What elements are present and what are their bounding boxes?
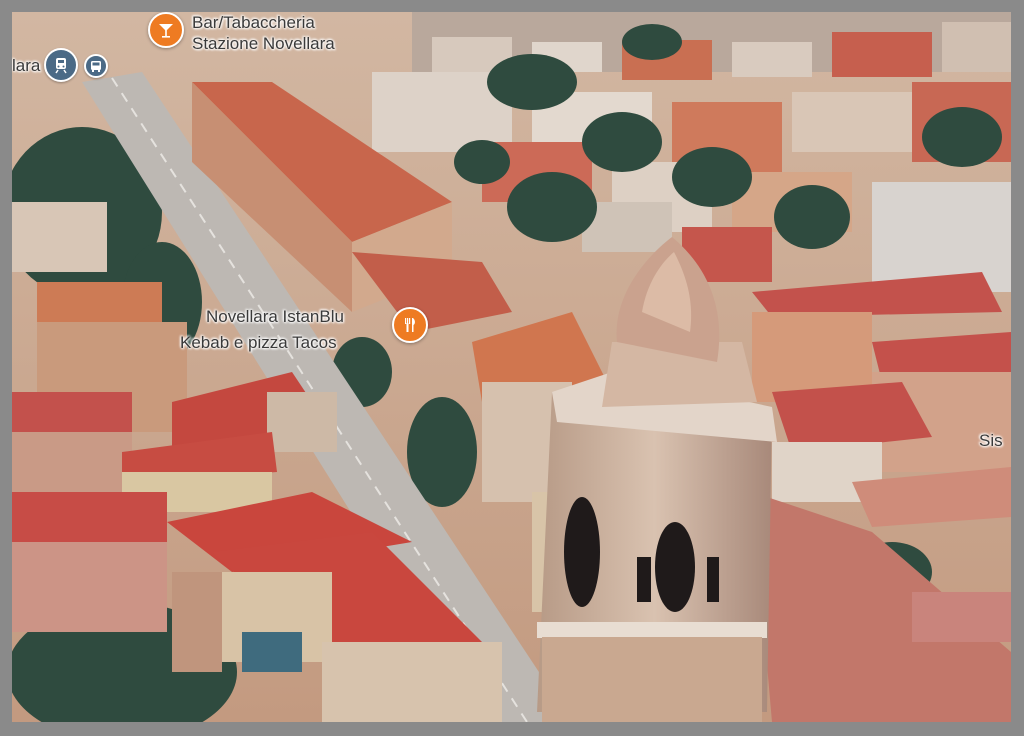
bar-label-line2[interactable]: Stazione Novellara [192, 33, 335, 54]
restaurant-label-line2[interactable]: Kebab e pizza Tacos [180, 332, 337, 353]
map-viewport[interactable]: lara Bar/Tabaccheria Stazione Novellara … [12, 12, 1011, 722]
train-icon[interactable] [44, 48, 78, 82]
bar-label-line1[interactable]: Bar/Tabaccheria [192, 12, 315, 33]
bus-icon[interactable] [84, 54, 108, 78]
aerial-3d-scene[interactable] [12, 12, 1011, 722]
edge-label[interactable]: Sis [979, 430, 1003, 451]
fork-knife-icon[interactable] [392, 307, 428, 343]
station-label[interactable]: lara [12, 55, 40, 76]
cocktail-icon[interactable] [148, 12, 184, 48]
restaurant-label-line1[interactable]: Novellara IstanBlu [206, 306, 344, 327]
